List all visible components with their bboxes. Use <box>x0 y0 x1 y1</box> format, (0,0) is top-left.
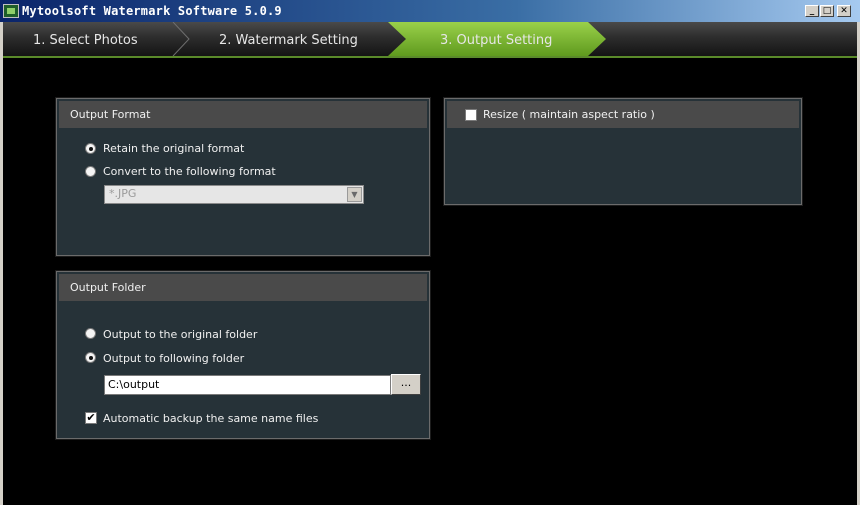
following-folder-radio[interactable] <box>85 352 96 363</box>
convert-format-label: Convert to the following format <box>103 165 276 178</box>
output-folder-panel: Output Folder Output to the original fol… <box>55 270 431 440</box>
original-folder-label: Output to the original folder <box>103 328 258 341</box>
resize-label: Resize ( maintain aspect ratio ) <box>483 108 655 121</box>
chevron-down-icon[interactable]: ▼ <box>347 187 362 202</box>
output-format-header: Output Format <box>59 101 427 128</box>
minimize-button[interactable]: _ <box>805 5 819 17</box>
retain-format-label: Retain the original format <box>103 142 245 155</box>
resize-checkbox[interactable] <box>465 109 477 121</box>
window-title: Mytoolsoft Watermark Software 5.0.9 <box>22 4 282 18</box>
resize-header: Resize ( maintain aspect ratio ) <box>447 101 799 128</box>
format-select-value: *.JPG <box>109 187 137 200</box>
step-tab-bar: 1. Select Photos 2. Watermark Setting 3.… <box>3 22 857 58</box>
browse-folder-button[interactable]: ... <box>391 374 421 395</box>
format-select[interactable]: *.JPG ▼ <box>104 185 364 204</box>
original-folder-radio[interactable] <box>85 328 96 339</box>
app-icon <box>3 4 19 18</box>
following-folder-label: Output to following folder <box>103 352 245 365</box>
convert-format-radio[interactable] <box>85 166 96 177</box>
backup-label: Automatic backup the same name files <box>103 412 319 425</box>
resize-panel: Resize ( maintain aspect ratio ) <box>443 97 803 206</box>
retain-format-radio[interactable] <box>85 143 96 154</box>
output-path-input[interactable]: C:\output <box>104 375 391 395</box>
output-folder-header: Output Folder <box>59 274 427 301</box>
output-format-panel: Output Format Retain the original format… <box>55 97 431 257</box>
main-content: Output Format Retain the original format… <box>3 58 857 505</box>
tab-output-setting[interactable]: 3. Output Setting <box>440 22 552 56</box>
title-bar: Mytoolsoft Watermark Software 5.0.9 _ □ … <box>0 0 860 22</box>
tab-watermark-setting[interactable]: 2. Watermark Setting <box>219 22 358 56</box>
backup-checkbox[interactable]: ✔ <box>85 412 97 424</box>
tab-select-photos[interactable]: 1. Select Photos <box>33 22 138 56</box>
tab-separator-chevron <box>172 22 190 56</box>
maximize-button[interactable]: □ <box>820 5 834 17</box>
close-button[interactable]: ✕ <box>837 5 851 17</box>
